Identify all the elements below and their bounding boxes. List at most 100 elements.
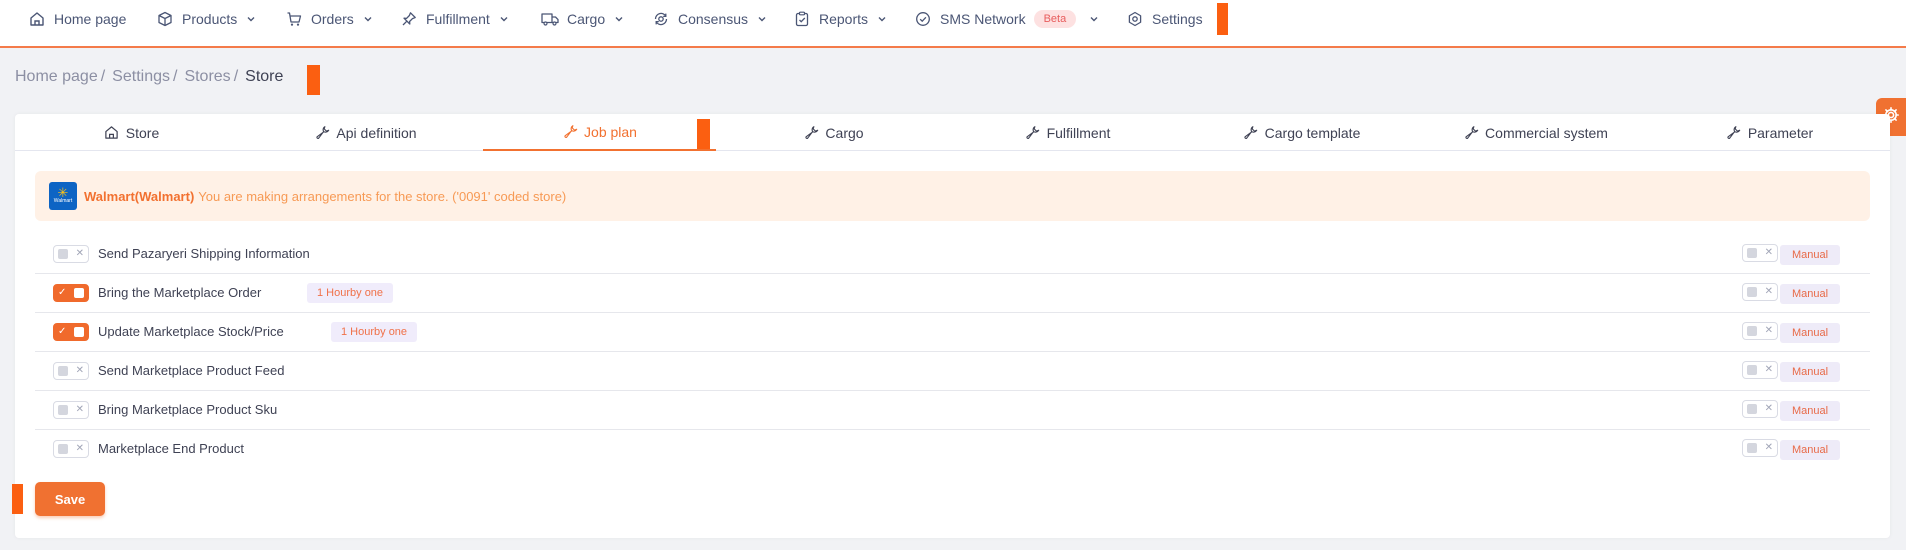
- x-icon: ✕: [1764, 247, 1773, 258]
- spark-icon: ✳: [57, 185, 69, 200]
- tab-cargo-template[interactable]: Cargo template: [1185, 114, 1418, 151]
- nav-item-settings[interactable]: Settings: [1126, 8, 1203, 30]
- x-icon: ✕: [75, 248, 84, 259]
- highlight-marker: [697, 119, 710, 149]
- wrench-icon: [1726, 125, 1742, 141]
- gear-icon: [1126, 10, 1144, 28]
- tab-store[interactable]: Store: [15, 114, 248, 151]
- job-row: ✓ Bring the Marketplace Order 1 Hourby o…: [35, 274, 1870, 313]
- job-manual-toggle[interactable]: ✕: [1742, 400, 1778, 418]
- store-notice: ✳ Walmart Walmart(Walmart) You are makin…: [35, 171, 1870, 221]
- job-row: ✕ Bring Marketplace Product Sku ✕ Manual: [35, 391, 1870, 430]
- job-label: Update Marketplace Stock/Price: [98, 324, 284, 339]
- tab-label: Fulfillment: [1046, 124, 1111, 141]
- chevron-down-icon: [1088, 13, 1100, 25]
- job-frequency-badge: 1 Hourby one: [331, 322, 418, 342]
- box-icon: [156, 10, 174, 28]
- nav-item-consensus[interactable]: Consensus: [652, 8, 768, 30]
- breadcrumb: Home page / Settings / Stores / Store: [15, 68, 283, 86]
- tab-label: Job plan: [584, 123, 637, 140]
- job-enable-toggle[interactable]: ✕: [53, 245, 89, 263]
- wrench-icon: [1463, 125, 1479, 141]
- store-settings-card: Store Api definition Job plan Cargo Fulf…: [12, 114, 1890, 538]
- job-enable-toggle[interactable]: ✕: [53, 440, 89, 458]
- tab-label: Api definition: [336, 124, 417, 141]
- toggle-knob: [58, 405, 68, 415]
- check-icon: ✓: [58, 326, 67, 337]
- nav-item-label: Products: [182, 11, 238, 27]
- chevron-down-icon: [362, 13, 374, 25]
- tab-label: Parameter: [1747, 124, 1814, 141]
- tab-parameter[interactable]: Parameter: [1653, 114, 1886, 151]
- check-icon: ✓: [58, 287, 67, 298]
- nav-item-reports[interactable]: Reports: [793, 8, 888, 30]
- toggle-knob: [1747, 404, 1757, 414]
- toggle-knob: [1747, 248, 1757, 258]
- job-enable-toggle[interactable]: ✕: [53, 362, 89, 380]
- nav-item-label: Consensus: [678, 11, 749, 27]
- breadcrumb-stores[interactable]: Stores: [184, 68, 230, 86]
- nav-item-products[interactable]: Products: [156, 8, 257, 30]
- notice-message: You are making arrangements for the stor…: [198, 188, 567, 204]
- breadcrumb-settings[interactable]: Settings: [112, 68, 170, 86]
- walmart-logo: ✳ Walmart: [49, 182, 77, 210]
- tab-label: Commercial system: [1485, 124, 1608, 141]
- tab-api-definition[interactable]: Api definition: [249, 114, 482, 151]
- x-icon: ✕: [75, 404, 84, 415]
- tab-label: Cargo template: [1264, 124, 1361, 141]
- breadcrumb-separator: /: [172, 68, 178, 85]
- toggle-knob: [74, 288, 84, 298]
- nav-item-home-page[interactable]: Home page: [28, 8, 126, 30]
- consensus-icon: [652, 10, 670, 28]
- tab-commercial-system[interactable]: Commercial system: [1419, 114, 1652, 151]
- tab-cargo[interactable]: Cargo: [717, 114, 950, 151]
- job-enable-toggle[interactable]: ✓: [53, 284, 89, 302]
- toggle-knob: [1747, 326, 1757, 336]
- job-mode-badge: Manual: [1780, 245, 1840, 265]
- nav-item-sms-network[interactable]: SMS Network Beta: [914, 8, 1100, 30]
- job-mode-badge: Manual: [1780, 284, 1840, 304]
- job-manual-toggle[interactable]: ✕: [1742, 439, 1778, 457]
- top-navigation: Home page Products Orders Fulfillment Ca…: [0, 0, 1906, 48]
- pin-icon: [400, 10, 418, 28]
- job-enable-toggle[interactable]: ✓: [53, 323, 89, 341]
- highlight-marker: [307, 65, 320, 95]
- save-button[interactable]: Save: [35, 482, 105, 516]
- job-manual-toggle[interactable]: ✕: [1742, 322, 1778, 340]
- job-enable-toggle[interactable]: ✕: [53, 401, 89, 419]
- toggle-knob: [58, 249, 68, 259]
- breadcrumb-separator: /: [100, 68, 106, 85]
- chevron-down-icon: [245, 13, 257, 25]
- job-row: ✕ Marketplace End Product ✕ Manual: [35, 430, 1870, 469]
- toggle-knob: [58, 366, 68, 376]
- nav-item-label: Cargo: [567, 11, 606, 27]
- truck-icon: [541, 10, 559, 28]
- settings-tabs: Store Api definition Job plan Cargo Fulf…: [15, 114, 1890, 151]
- job-list: ✕ Send Pazaryeri Shipping Information ✕ …: [35, 235, 1870, 469]
- nav-item-cargo[interactable]: Cargo: [541, 8, 625, 30]
- nav-item-fulfillment[interactable]: Fulfillment: [400, 8, 510, 30]
- job-manual-toggle[interactable]: ✕: [1742, 361, 1778, 379]
- tab-label: Cargo: [825, 124, 864, 141]
- nav-item-orders[interactable]: Orders: [285, 8, 374, 30]
- logo-text: Walmart: [53, 198, 73, 204]
- job-manual-toggle[interactable]: ✕: [1742, 283, 1778, 301]
- wrench-icon: [803, 125, 819, 141]
- job-label: Send Marketplace Product Feed: [98, 363, 285, 378]
- breadcrumb-separator: /: [233, 68, 239, 85]
- tab-job-plan[interactable]: Job plan: [483, 114, 716, 151]
- tab-fulfillment[interactable]: Fulfillment: [951, 114, 1184, 151]
- wrench-icon: [1025, 125, 1041, 141]
- nav-item-label: Fulfillment: [426, 11, 490, 27]
- nav-item-label: SMS Network: [940, 11, 1026, 27]
- breadcrumb-home-page[interactable]: Home page: [15, 68, 98, 86]
- toggle-knob: [1747, 287, 1757, 297]
- job-manual-toggle[interactable]: ✕: [1742, 244, 1778, 262]
- nav-item-label: Home page: [54, 11, 127, 27]
- highlight-marker: [12, 484, 23, 514]
- home-icon: [104, 125, 120, 141]
- beta-badge: Beta: [1033, 10, 1077, 28]
- job-label: Bring the Marketplace Order: [98, 285, 262, 300]
- notice-store-name: Walmart(Walmart): [84, 188, 195, 204]
- job-mode-badge: Manual: [1780, 401, 1840, 421]
